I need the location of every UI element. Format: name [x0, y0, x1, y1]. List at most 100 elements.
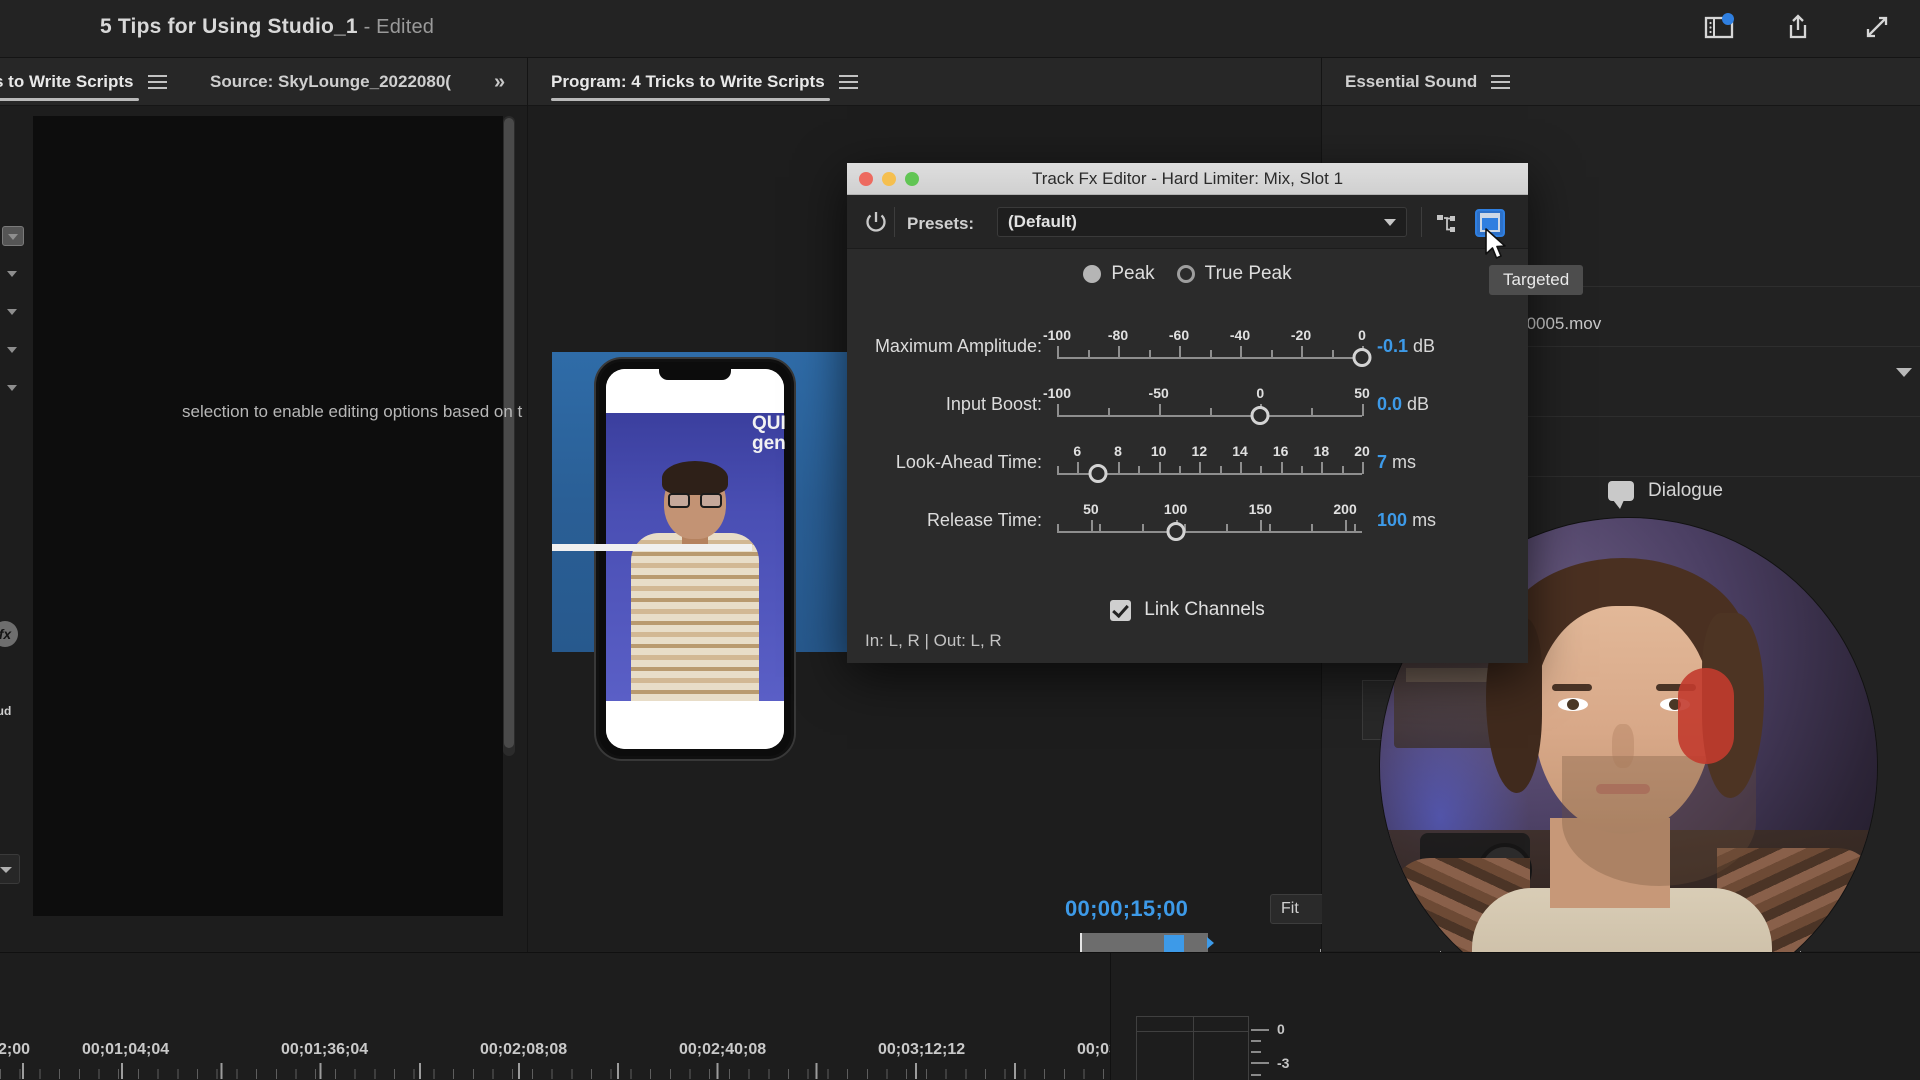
power-toggle-icon[interactable] [862, 208, 890, 236]
link-channels-row[interactable]: Link Channels [847, 599, 1528, 621]
slider-tick [1099, 524, 1102, 532]
ruler-timecode: 00;02;40;08 [679, 1041, 767, 1058]
parameter-slider[interactable]: 50 100 150 200 [1057, 501, 1362, 545]
slider-knob[interactable] [1166, 522, 1186, 541]
tab-essential-sound[interactable]: Essential Sound [1345, 58, 1511, 106]
channel-routing-icon[interactable] [1437, 215, 1459, 233]
slider-knob[interactable] [1352, 348, 1372, 367]
fullscreen-expand-icon[interactable] [1860, 10, 1894, 44]
slider-tick [1219, 466, 1222, 474]
title-bar: 5 Tips for Using Studio_1 - Edited [0, 0, 1920, 58]
slider-tick [1057, 466, 1059, 474]
targeted-toggle-icon[interactable] [1475, 209, 1505, 237]
parameter-value[interactable]: 100 ms [1377, 510, 1436, 531]
radio-peak-label: Peak [1111, 263, 1155, 284]
slider-tick-label: 0 [1358, 327, 1366, 343]
timeline-panel: 2;00 00;01;04;04 00;01;36;04 00;02;08;08… [0, 952, 1354, 1080]
radio-true-peak[interactable]: True Peak [1176, 263, 1292, 285]
share-export-icon[interactable] [1781, 10, 1815, 44]
edited-indicator: - Edited [357, 16, 435, 38]
slider-tick [1341, 466, 1344, 474]
slider-tick-label: 20 [1354, 443, 1370, 459]
slider-tick-label: 16 [1272, 443, 1289, 459]
radio-true-peak-dot [1176, 265, 1195, 283]
parameter-slider[interactable]: 6 8 10 12 14 16 18 20 [1057, 443, 1370, 487]
slider-tick-label: -100 [1042, 385, 1072, 401]
dialog-title-bar[interactable]: Track Fx Editor - Hard Limiter: Mix, Slo… [847, 163, 1528, 195]
fx-badge-icon[interactable]: fx [0, 621, 18, 647]
source-scrollbar-thumb[interactable] [504, 118, 514, 748]
effect-collapse-4-icon[interactable] [2, 378, 24, 398]
slider-tick-label: 100 [1163, 501, 1188, 517]
tab-essential-sound-label: Essential Sound [1345, 72, 1478, 91]
effect-collapse-3-icon[interactable] [2, 340, 24, 360]
tab-program-monitor[interactable]: Program: 4 Tricks to Write Scripts [551, 58, 858, 106]
slider-tick-label: 200 [1333, 501, 1357, 517]
project-title-text: 5 Tips for Using Studio_1 [100, 15, 358, 38]
slider-tick [1353, 524, 1356, 532]
source-left-toolstrip: fx aud [0, 226, 26, 718]
parameter-slider[interactable]: -100 -80 -60 -40 -20 0 [1043, 327, 1372, 371]
parameter-value[interactable]: 0.0 dB [1377, 394, 1429, 415]
meter-label-minus3: -3 [1277, 1055, 1290, 1071]
presets-select[interactable]: (Default) [997, 207, 1407, 237]
parameter-label: Maximum Amplitude: [874, 336, 1042, 356]
slider-major-tick [1321, 462, 1324, 474]
slider-major-tick [1301, 346, 1303, 358]
slider-major-tick [1260, 520, 1263, 532]
parameter-value[interactable]: -0.1 dB [1377, 336, 1435, 357]
slider-tick-label: -100 [1042, 327, 1072, 343]
slider-major-tick [1158, 404, 1161, 416]
essential-sound-menu-icon[interactable] [1491, 75, 1511, 89]
source-scrollbar[interactable] [503, 116, 515, 756]
facecam-nose [1612, 724, 1634, 768]
targeted-tooltip: Targeted [1489, 265, 1584, 295]
effect-collapse-2-icon[interactable] [2, 302, 24, 322]
link-channels-checkbox[interactable] [1110, 599, 1132, 621]
source-left-dropdown[interactable] [0, 854, 20, 884]
program-playhead-timecode[interactable]: 00;00;15;00 [1065, 896, 1188, 922]
source-panel-menu-icon[interactable] [147, 75, 167, 89]
library-icon[interactable] [1702, 10, 1736, 44]
parameter-row: Maximum Amplitude: -100 -80 -60 -40 -20 0 -0.1 … [847, 319, 1528, 377]
program-panel-menu-icon[interactable] [838, 75, 858, 89]
parameter-label: Input Boost: [945, 394, 1042, 414]
timeline-ruler[interactable]: 2;00 00;01;04;04 00;01;36;04 00;02;08;08… [0, 1041, 1354, 1080]
parameter-value-unit: dB [1413, 336, 1436, 356]
chevron-down-icon[interactable] [1896, 368, 1912, 377]
slider-tick-label: -60 [1168, 327, 1190, 343]
es-divider-3 [1462, 416, 1920, 417]
parameter-value-unit: ms [1412, 510, 1437, 530]
slider-major-tick [1362, 462, 1364, 474]
slider-tick-label: -80 [1107, 327, 1129, 343]
source-video-stage[interactable] [33, 116, 503, 916]
tab-source-scripts[interactable]: s to Write Scripts [0, 58, 167, 106]
presenter-head [662, 461, 728, 539]
audio-meter-frame[interactable] [1136, 1016, 1249, 1080]
ruler-timecode: 00;02;08;08 [480, 1041, 568, 1058]
tab-source-skylounge[interactable]: Source: SkyLounge_2022080( [210, 58, 451, 106]
effect-dropdown-icon[interactable] [2, 226, 24, 246]
slider-major-tick [1090, 520, 1093, 532]
chevron-double-right-icon: » [494, 70, 506, 93]
slider-knob[interactable] [1250, 406, 1270, 425]
meter-label-0: 0 [1277, 1021, 1285, 1037]
parameter-value[interactable]: 7 ms [1377, 452, 1416, 473]
essential-sound-dialogue-row[interactable]: Dialogue [1608, 480, 1723, 509]
slider-major-tick [1280, 462, 1283, 474]
dialog-body: Peak True Peak Maximum Amplitude: -100 -80… [847, 249, 1528, 663]
parameter-label: Look-Ahead Time: [895, 452, 1042, 472]
overlay-line-1: QUI [752, 413, 786, 434]
parameter-slider[interactable]: -100 -50 0 50 [1043, 385, 1370, 429]
panel-tab-bar: s to Write Scripts Source: SkyLounge_202… [0, 58, 1920, 106]
tab-source-skylounge-label: Source: SkyLounge_2022080( [210, 72, 451, 91]
radio-peak[interactable]: Peak [1083, 263, 1155, 285]
slider-knob[interactable] [1088, 464, 1108, 483]
slider-tick [1179, 466, 1181, 474]
presets-label: Presets: [907, 214, 975, 233]
source-monitor-panel: fx aud 0 00;00;21;08 [0, 106, 527, 1049]
es-divider-4 [1462, 476, 1920, 477]
effect-collapse-1-icon[interactable] [2, 264, 24, 284]
tab-overflow[interactable]: » [494, 58, 505, 106]
slider-tick-label: 8 [1114, 443, 1122, 459]
